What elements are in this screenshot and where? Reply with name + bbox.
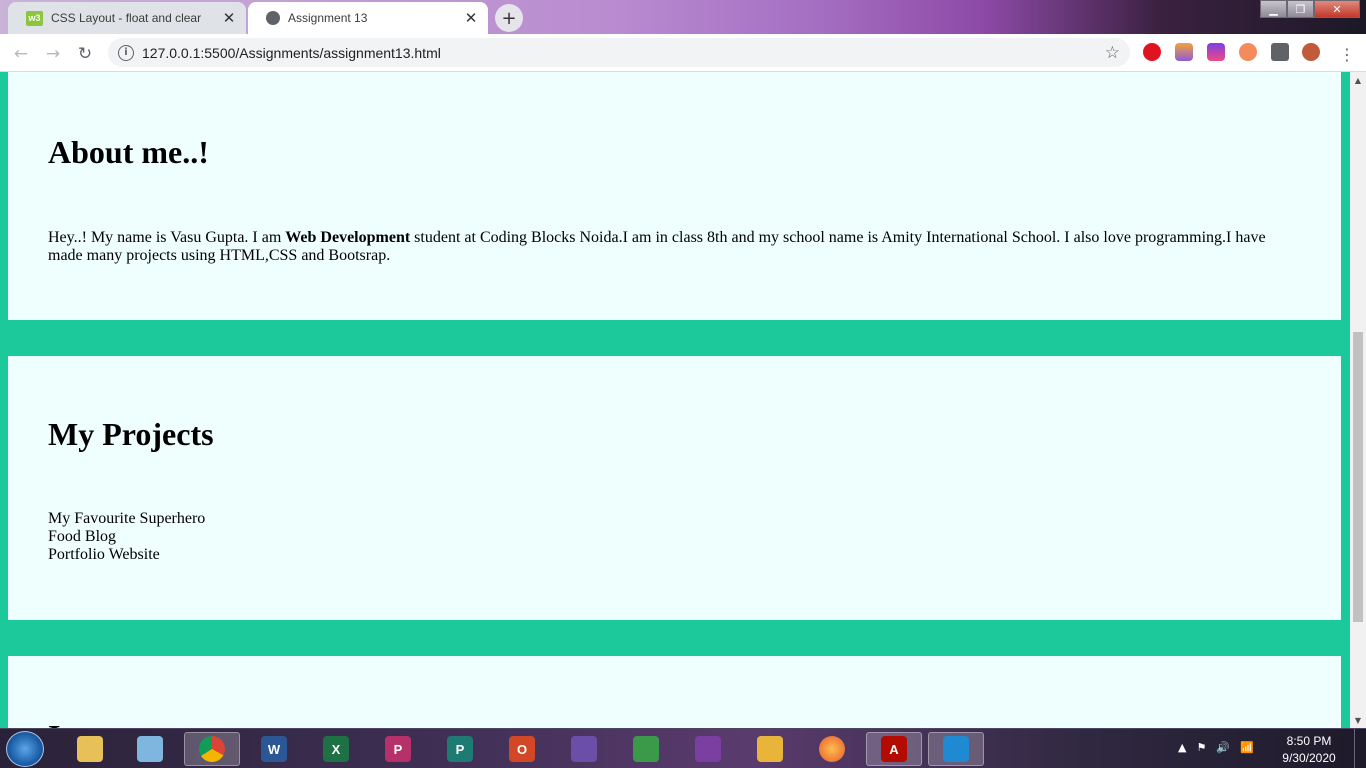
scroll-down-arrow-icon[interactable]: ▼ [1350, 712, 1366, 728]
clock-date[interactable]: 9/30/2020 [1274, 751, 1344, 765]
close-window-button[interactable]: ✕ [1314, 0, 1360, 18]
profile-avatar[interactable] [1302, 43, 1320, 61]
next-section-heading: I [48, 718, 60, 728]
globe-icon [266, 11, 280, 25]
page-viewport: About me..! Hey..! My name is Vasu Gupta… [0, 72, 1350, 728]
scroll-up-arrow-icon[interactable]: ▲ [1350, 72, 1366, 88]
url-text[interactable]: 127.0.0.1:5500/Assignments/assignment13.… [142, 45, 1105, 61]
about-text: Hey..! My name is Vasu Gupta. I am [48, 229, 286, 246]
site-info-icon[interactable]: i [118, 44, 134, 61]
browser-toolbar: ← → ↻ i 127.0.0.1:5500/Assignments/assig… [0, 34, 1366, 72]
extension-icon[interactable] [1207, 43, 1225, 61]
publisher-icon[interactable]: P [432, 732, 488, 766]
infopath-icon[interactable] [680, 732, 736, 766]
onenote-icon[interactable] [556, 732, 612, 766]
extension-icon[interactable] [1175, 43, 1193, 61]
extensions-puzzle-icon[interactable] [1271, 43, 1289, 61]
projects-section: My Projects My Favourite Superhero Food … [8, 356, 1341, 620]
forward-button[interactable]: → [40, 41, 66, 67]
project-item: Food Blog [48, 528, 117, 545]
tab-close-icon[interactable]: ✕ [218, 7, 240, 29]
project-item: My Favourite Superhero [48, 510, 206, 527]
adblock-extension-icon[interactable] [1143, 43, 1161, 61]
start-button[interactable] [6, 731, 44, 767]
project-item: Portfolio Website [48, 546, 160, 563]
address-bar[interactable]: i 127.0.0.1:5500/Assignments/assignment1… [108, 38, 1130, 67]
window-controls: ▁ ❐ ✕ [1260, 0, 1360, 18]
about-section: About me..! Hey..! My name is Vasu Gupta… [8, 72, 1341, 320]
file-explorer-icon[interactable] [62, 732, 118, 766]
new-tab-button[interactable]: + [495, 4, 523, 32]
restore-button[interactable]: ❐ [1287, 0, 1314, 18]
show-desktop-button[interactable] [1354, 729, 1366, 768]
system-tray: ▲⚑🔊📶 8:50 PM 9/30/2020 [1176, 729, 1366, 768]
excel-icon[interactable]: X [308, 732, 364, 766]
vertical-scrollbar[interactable]: ▲ ▼ [1350, 72, 1366, 728]
windows-taskbar: W X P P O A ▲⚑🔊📶 8:50 PM 9/30/2020 [0, 728, 1366, 768]
outlook-icon[interactable] [742, 732, 798, 766]
tab-title: Assignment 13 [288, 11, 368, 25]
sync-icon[interactable] [618, 732, 674, 766]
bookmark-star-icon[interactable]: ☆ [1105, 43, 1120, 63]
tab-strip: w3 CSS Layout - float and clear ✕ Assign… [0, 0, 1366, 34]
acrobat-icon[interactable]: A [866, 732, 922, 766]
firefox-icon[interactable] [804, 732, 860, 766]
projects-list: My Favourite Superhero Food Blog Portfol… [48, 510, 205, 564]
extension-icon[interactable] [1239, 43, 1257, 61]
tab-assignment-13[interactable]: Assignment 13 ✕ [248, 2, 488, 34]
tray-icons[interactable]: ▲⚑🔊📶 [1178, 741, 1264, 754]
access-icon[interactable]: O [494, 732, 550, 766]
powerpoint-icon[interactable]: P [370, 732, 426, 766]
projects-heading: My Projects [48, 416, 214, 452]
clock-time[interactable]: 8:50 PM [1274, 734, 1344, 748]
minimize-button[interactable]: ▁ [1260, 0, 1287, 18]
next-section: I [8, 656, 1341, 728]
menu-kebab-icon[interactable]: ⋮ [1334, 41, 1360, 67]
tab-css-layout[interactable]: w3 CSS Layout - float and clear ✕ [8, 2, 246, 34]
w3schools-icon: w3 [26, 10, 43, 26]
chrome-icon[interactable] [184, 732, 240, 766]
reload-button[interactable]: ↻ [72, 41, 98, 67]
word-icon[interactable]: W [246, 732, 302, 766]
tab-title: CSS Layout - float and clear [51, 11, 202, 25]
tab-close-icon[interactable]: ✕ [460, 7, 482, 29]
vscode-icon[interactable] [928, 732, 984, 766]
notepad-icon[interactable] [122, 732, 178, 766]
about-heading: About me..! [48, 134, 209, 170]
scrollbar-thumb[interactable] [1353, 332, 1363, 622]
about-paragraph: Hey..! My name is Vasu Gupta. I am Web D… [48, 229, 1293, 265]
about-bold-text: Web Development [285, 229, 411, 246]
back-button[interactable]: ← [8, 41, 34, 67]
